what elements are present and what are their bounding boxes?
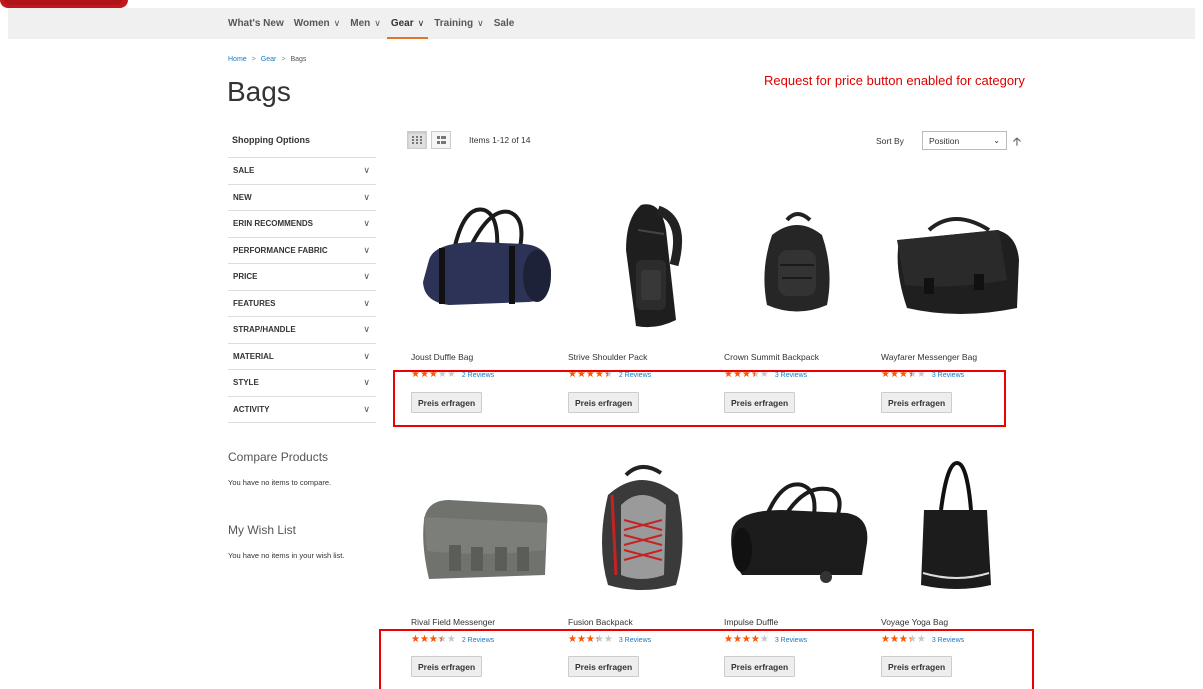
filter-style[interactable]: STYLE ∨ xyxy=(228,370,376,397)
nav-item-women[interactable]: Women ∨ xyxy=(294,8,341,39)
toolbar-amount: Items 1-12 of 14 xyxy=(469,135,531,145)
nav-item-label: Gear xyxy=(390,18,414,29)
product-image[interactable] xyxy=(722,455,872,595)
chevron-down-icon: ∨ xyxy=(363,377,370,388)
product-name-link[interactable]: Rival Field Messenger xyxy=(411,617,495,627)
chevron-down-icon: ∨ xyxy=(363,403,370,414)
chevron-down-icon: ∨ xyxy=(417,18,425,28)
highlight-box xyxy=(379,629,1034,689)
product-image[interactable] xyxy=(879,190,1029,330)
product-name-link[interactable]: Impulse Duffle xyxy=(724,617,778,627)
chevron-down-icon: ∨ xyxy=(363,350,370,361)
filter-label: STYLE xyxy=(233,378,259,388)
grid-view-icon[interactable] xyxy=(407,131,427,149)
chevron-down-icon: ∨ xyxy=(363,165,370,176)
breadcrumb-gear[interactable]: Gear xyxy=(261,56,277,63)
annotation-text: Request for price button enabled for cat… xyxy=(764,73,1025,88)
product-name-link[interactable]: Joust Duffle Bag xyxy=(411,352,473,362)
filter-material[interactable]: MATERIAL ∨ xyxy=(228,344,376,370)
filter-features[interactable]: FEATURES ∨ xyxy=(228,291,376,317)
nav-item-label: Men xyxy=(350,18,371,29)
product-image[interactable] xyxy=(409,455,559,595)
logo-corner[interactable] xyxy=(0,0,128,8)
chevron-down-icon: ∨ xyxy=(363,218,370,229)
filter-label: PRICE xyxy=(233,272,258,282)
filter-label: ERIN RECOMMENDS xyxy=(233,219,314,229)
sort-direction-icon[interactable]: 🡡 xyxy=(1013,133,1021,152)
sort-by-label: Sort By xyxy=(876,136,904,146)
chevron-down-icon: ⌄ xyxy=(993,136,1000,145)
product-name-link[interactable]: Wayfarer Messenger Bag xyxy=(881,352,977,362)
filter-price[interactable]: PRICE ∨ xyxy=(228,264,376,291)
product-image[interactable] xyxy=(879,455,1029,595)
filter-list: SALE ∨ NEW ∨ ERIN RECOMMENDS ∨ PERFORMANCE FAB… xyxy=(228,158,376,423)
chevron-down-icon: ∨ xyxy=(363,244,370,255)
list-view-icon[interactable] xyxy=(431,131,451,149)
product-name-link[interactable]: Fusion Backpack xyxy=(568,617,633,627)
product-image[interactable] xyxy=(409,190,559,330)
chevron-down-icon: ∨ xyxy=(333,18,341,28)
products-toolbar: Items 1-12 of 14 Sort By Position ⌄ 🡡 xyxy=(407,131,1027,151)
nav-item-training[interactable]: Training ∨ xyxy=(434,8,484,39)
wishlist-text: You have no items in your wish list. xyxy=(228,551,345,560)
shopping-options-title: Shopping Options xyxy=(228,131,376,158)
sort-by-select[interactable]: Position ⌄ xyxy=(922,131,1007,150)
product-image[interactable] xyxy=(566,190,716,330)
nav-item-what-s-new[interactable]: What's New xyxy=(228,8,284,39)
nav-item-label: Training xyxy=(434,18,474,29)
product-name-link[interactable]: Voyage Yoga Bag xyxy=(881,617,948,627)
chevron-down-icon: ∨ xyxy=(363,191,370,202)
nav-item-label: What's New xyxy=(228,18,284,29)
chevron-down-icon: ∨ xyxy=(477,18,484,28)
filter-label: FEATURES xyxy=(233,298,276,308)
product-name-link[interactable]: Strive Shoulder Pack xyxy=(568,352,647,362)
chevron-down-icon: ∨ xyxy=(363,271,370,282)
breadcrumb-separator: > xyxy=(251,56,256,63)
nav-item-gear[interactable]: Gear ∨ xyxy=(386,8,429,39)
compare-products-text: You have no items to compare. xyxy=(228,478,332,487)
filter-label: SALE xyxy=(233,166,255,176)
highlight-box xyxy=(393,370,1006,427)
wishlist-title: My Wish List xyxy=(228,523,297,537)
filter-label: STRAP/HANDLE xyxy=(233,325,296,335)
filter-label: MATERIAL xyxy=(233,351,274,361)
sort-by-value: Position xyxy=(929,136,960,146)
chevron-down-icon: ∨ xyxy=(363,297,370,308)
product-image[interactable] xyxy=(566,455,716,595)
compare-products-title: Compare Products xyxy=(228,450,329,464)
chevron-down-icon: ∨ xyxy=(374,18,381,28)
filter-label: ACTIVITY xyxy=(233,404,270,414)
filter-new[interactable]: NEW ∨ xyxy=(228,185,376,211)
breadcrumb-separator: > xyxy=(281,56,286,63)
filter-activity[interactable]: ACTIVITY ∨ xyxy=(228,397,376,423)
breadcrumb: Home > Gear > Bags xyxy=(228,56,306,63)
breadcrumb-current: Bags xyxy=(290,56,307,63)
main-nav: What's New Women ∨ Men ∨ Gear ∨ Training ∨ Sale xyxy=(8,8,1195,39)
chevron-down-icon: ∨ xyxy=(363,324,370,335)
filter-performance-fabric[interactable]: PERFORMANCE FABRIC ∨ xyxy=(228,238,376,264)
nav-item-men[interactable]: Men ∨ xyxy=(350,8,381,39)
filter-sale[interactable]: SALE ∨ xyxy=(228,158,376,185)
filter-label: NEW xyxy=(233,192,252,202)
product-name-link[interactable]: Crown Summit Backpack xyxy=(724,352,819,362)
filter-label: PERFORMANCE FABRIC xyxy=(233,245,328,255)
breadcrumb-home[interactable]: Home xyxy=(228,56,247,63)
nav-item-label: Sale xyxy=(493,18,515,29)
filter-strap-handle[interactable]: STRAP/HANDLE ∨ xyxy=(228,317,376,344)
nav-item-label: Women xyxy=(293,18,330,29)
nav-item-sale[interactable]: Sale xyxy=(494,8,515,39)
page-title: Bags xyxy=(227,76,291,107)
product-image[interactable] xyxy=(722,190,872,330)
filter-erin-recommends[interactable]: ERIN RECOMMENDS ∨ xyxy=(228,211,376,238)
nav-items: What's New Women ∨ Men ∨ Gear ∨ Training ∨ Sale xyxy=(228,8,524,39)
sidebar-filters: Shopping Options SALE ∨ NEW ∨ ERIN RECOMMEND… xyxy=(228,131,376,423)
